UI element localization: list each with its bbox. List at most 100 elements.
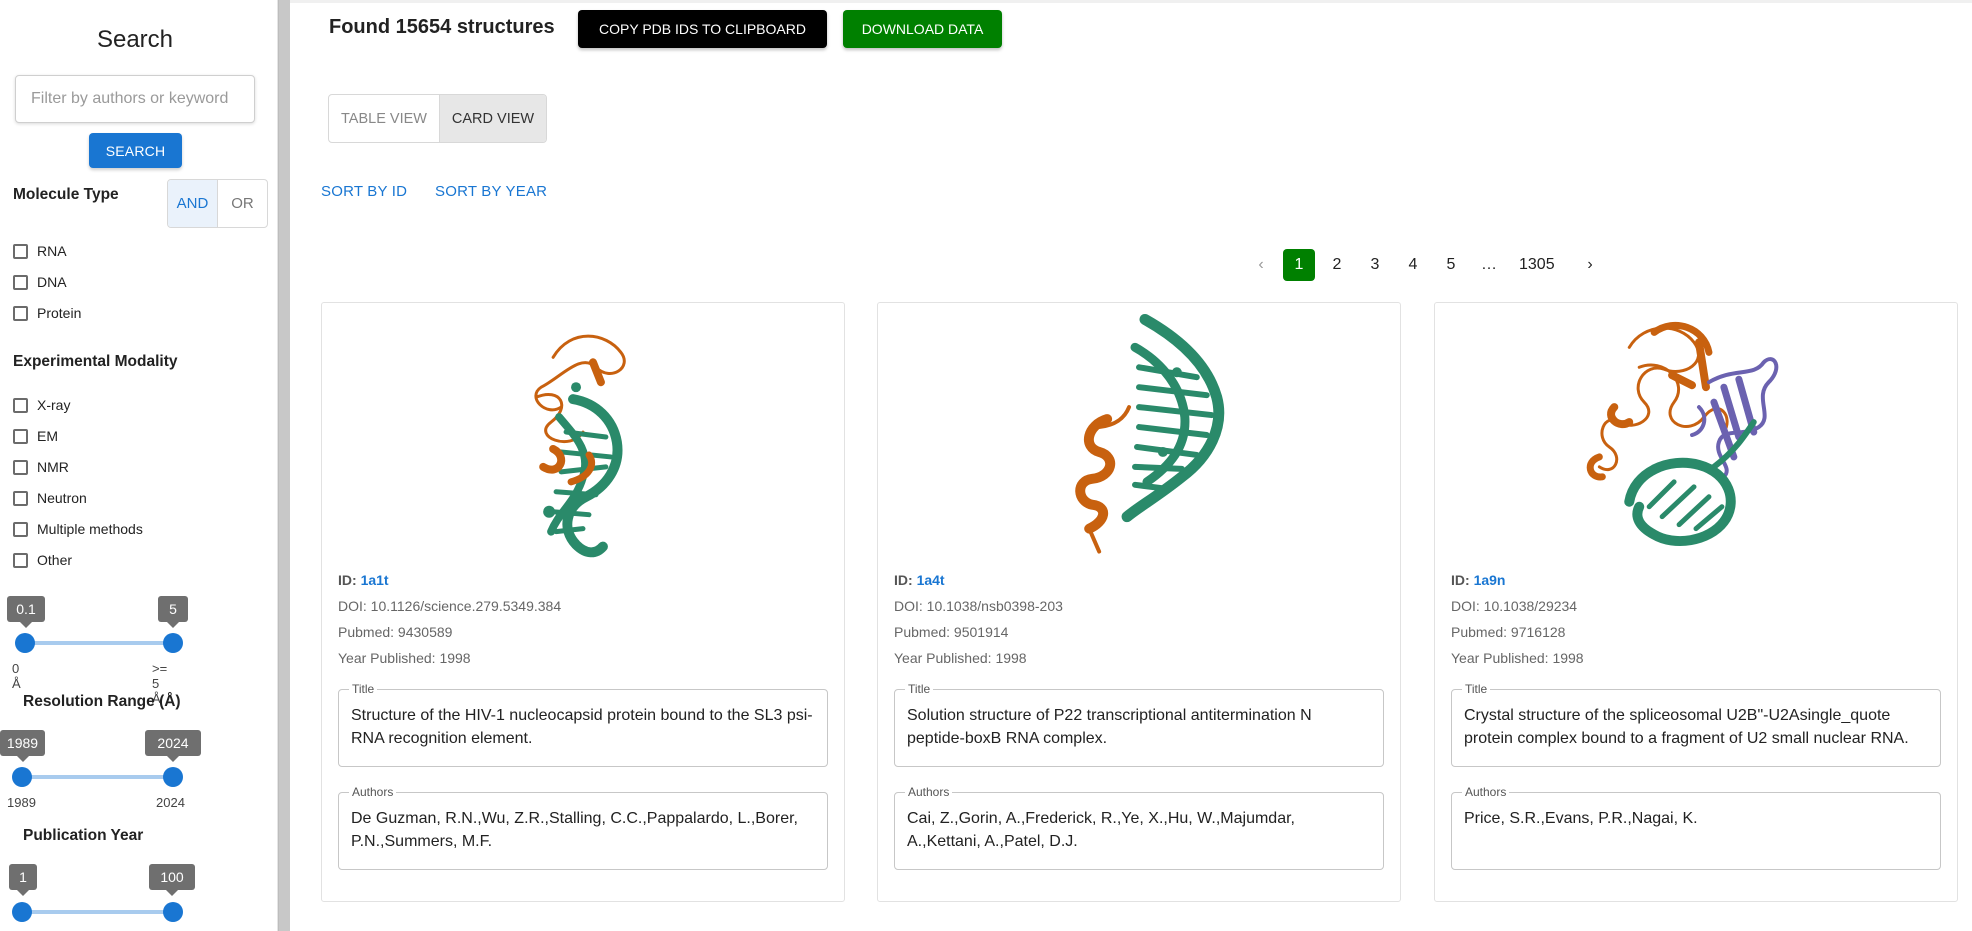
page-button[interactable]: 5	[1435, 249, 1467, 281]
title-legend: Title	[1462, 681, 1491, 697]
card-year: Year Published: 1998	[338, 650, 471, 666]
checkbox-rna[interactable]: RNA	[13, 243, 67, 259]
card-doi: DOI: 10.1038/29234	[1451, 598, 1578, 614]
year-track[interactable]	[22, 775, 173, 779]
card-authors: De Guzman, R.N.,Wu, Z.R.,Stalling, C.C.,…	[351, 810, 798, 850]
page-ellipsis: …	[1481, 256, 1497, 273]
structure-card[interactable]: ID: 1a1t DOI: 10.1126/science.279.5349.3…	[321, 302, 845, 902]
checkbox-other[interactable]: Other	[13, 552, 72, 568]
year-high-thumb[interactable]	[163, 767, 183, 787]
checkbox-box[interactable]	[13, 274, 28, 290]
year-heading: Publication Year	[23, 827, 144, 844]
structure-id-link[interactable]: 1a4t	[917, 572, 945, 588]
title-legend: Title	[349, 681, 378, 697]
checkbox-label: Multiple methods	[37, 521, 143, 537]
structure-card[interactable]: ID: 1a9n DOI: 10.1038/29234 Pubmed: 9716…	[1434, 302, 1958, 902]
structure-id-link[interactable]: 1a9n	[1474, 572, 1506, 588]
structure-image	[1075, 313, 1225, 554]
card-pubmed: Pubmed: 9430589	[338, 624, 453, 640]
next-page-button[interactable]: ›	[1574, 249, 1606, 281]
range-high-thumb[interactable]	[163, 902, 183, 922]
card-id: ID: 1a4t	[894, 572, 945, 588]
sort-by-id-button[interactable]: SORT BY ID	[321, 183, 407, 200]
resolution-high-value: 5	[158, 596, 188, 628]
card-title: Solution structure of P22 transcriptiona…	[907, 707, 1312, 747]
page-button[interactable]: 3	[1359, 249, 1391, 281]
checkbox-label: X-ray	[37, 397, 71, 413]
checkbox-box[interactable]	[13, 490, 28, 506]
checkbox-box[interactable]	[13, 521, 28, 537]
structure-image	[534, 334, 626, 558]
structure-image	[1586, 321, 1779, 546]
card-authors: Price, S.R.,Evans, P.R.,Nagai, K.	[1464, 810, 1698, 827]
search-input[interactable]	[15, 75, 255, 123]
table-view-button[interactable]: TABLE VIEW	[329, 95, 440, 142]
checkbox-dna[interactable]: DNA	[13, 274, 67, 290]
checkbox-box[interactable]	[13, 305, 28, 321]
download-data-button[interactable]: DOWNLOAD DATA	[843, 10, 1002, 48]
checkbox-protein[interactable]: Protein	[13, 305, 81, 321]
prev-page-button[interactable]: ‹	[1245, 249, 1277, 281]
search-button[interactable]: SEARCH	[89, 133, 182, 168]
checkbox-label: Neutron	[37, 490, 87, 506]
resolution-min-mark: 0 Å	[12, 661, 21, 691]
results-count: Found 15654 structures	[329, 16, 555, 38]
checkbox-label: Other	[37, 552, 73, 568]
year-low-thumb[interactable]	[12, 767, 32, 787]
resolution-low-thumb[interactable]	[15, 633, 35, 653]
year-min-mark: 1989	[7, 795, 36, 810]
checkbox-label: DNA	[37, 274, 67, 290]
checkbox-label: Protein	[37, 305, 82, 321]
or-toggle[interactable]: OR	[218, 180, 267, 227]
id-label: ID:	[894, 572, 913, 588]
authors-field: Authors Cai, Z.,Gorin, A.,Frederick, R.,…	[894, 784, 1384, 870]
authors-legend: Authors	[349, 784, 397, 800]
last-page-button[interactable]: 1305	[1519, 249, 1555, 281]
top-border	[290, 0, 1972, 3]
checkbox-box[interactable]	[13, 552, 28, 568]
checkbox-box[interactable]	[13, 428, 28, 444]
resolution-low-value: 0.1	[7, 596, 45, 628]
card-id: ID: 1a9n	[1451, 572, 1505, 588]
sidebar-title: Search	[96, 26, 174, 53]
and-toggle[interactable]: AND	[168, 180, 218, 227]
card-doi: DOI: 10.1126/science.279.5349.384	[338, 598, 562, 614]
range-low-value: 1	[9, 864, 37, 896]
checkbox-box[interactable]	[13, 459, 28, 475]
authors-field: Authors De Guzman, R.N.,Wu, Z.R.,Stallin…	[338, 784, 828, 870]
card-view-button[interactable]: CARD VIEW	[440, 95, 546, 142]
checkbox-box[interactable]	[13, 397, 28, 413]
checkbox-neutron[interactable]: Neutron	[13, 490, 87, 506]
title-legend: Title	[905, 681, 934, 697]
range-high-value: 100	[149, 864, 195, 896]
page-button[interactable]: 4	[1397, 249, 1429, 281]
year-high-value: 2024	[145, 730, 201, 762]
card-title: Structure of the HIV-1 nucleocapsid prot…	[351, 707, 813, 747]
sort-by-year-button[interactable]: SORT BY YEAR	[435, 183, 547, 200]
page-button[interactable]: 1	[1283, 249, 1315, 281]
year-max-mark: 2024	[156, 795, 185, 810]
card-doi: DOI: 10.1038/nsb0398-203	[894, 598, 1063, 614]
checkbox-xray[interactable]: X-ray	[13, 397, 70, 413]
card-year: Year Published: 1998	[1451, 650, 1584, 666]
title-field: Title Solution structure of P22 transcri…	[894, 681, 1384, 767]
modality-heading: Experimental Modality	[13, 353, 178, 370]
checkbox-nmr[interactable]: NMR	[13, 459, 69, 475]
checkbox-multiple-methods[interactable]: Multiple methods	[13, 521, 143, 537]
structure-card[interactable]: ID: 1a4t DOI: 10.1038/nsb0398-203 Pubmed…	[877, 302, 1401, 902]
copy-pdb-ids-button[interactable]: COPY PDB IDS TO CLIPBOARD	[578, 10, 827, 48]
checkbox-em[interactable]: EM	[13, 428, 58, 444]
resolution-track[interactable]	[25, 641, 173, 645]
range-track[interactable]	[22, 910, 173, 914]
card-id: ID: 1a1t	[338, 572, 389, 588]
id-label: ID:	[338, 572, 357, 588]
resolution-high-thumb[interactable]	[163, 633, 183, 653]
sidebar-resize-handle[interactable]	[278, 0, 290, 931]
title-field: Title Structure of the HIV-1 nucleocapsi…	[338, 681, 828, 767]
range-low-thumb[interactable]	[12, 902, 32, 922]
title-field: Title Crystal structure of the spliceoso…	[1451, 681, 1941, 767]
page-button[interactable]: 2	[1321, 249, 1353, 281]
structure-id-link[interactable]: 1a1t	[361, 572, 389, 588]
molecule-logic-toggle: AND OR	[167, 179, 268, 228]
checkbox-box[interactable]	[13, 243, 28, 259]
